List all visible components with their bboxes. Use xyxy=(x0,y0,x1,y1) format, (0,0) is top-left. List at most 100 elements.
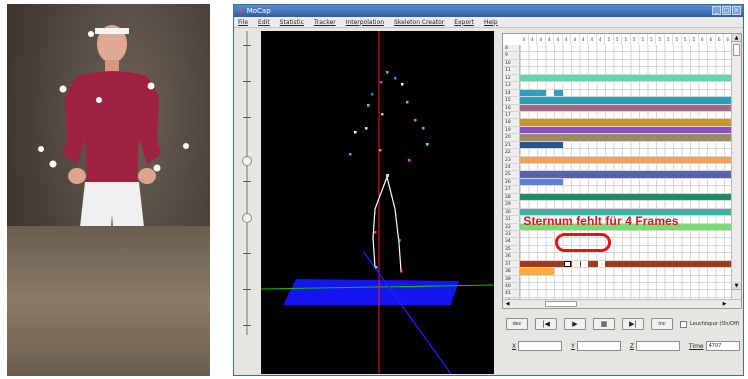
marker-row[interactable]: 12 xyxy=(503,74,733,83)
marker-row[interactable]: 27 xyxy=(503,186,733,194)
marker-row[interactable]: 24 xyxy=(503,164,733,172)
marker-row-cells[interactable] xyxy=(520,104,733,111)
marker-row-cells[interactable] xyxy=(520,134,733,141)
skip-forward-button[interactable]: ▶| xyxy=(622,318,644,330)
marker-row[interactable]: 40 xyxy=(503,283,733,291)
marker-row-cells[interactable] xyxy=(520,164,733,171)
scroll-right-icon[interactable]: ▶ xyxy=(720,300,729,308)
marker-row[interactable]: 25 xyxy=(503,171,733,179)
marker-track-grid[interactable]: 4444444444555555555556666 8 9 10 11 12 13 14 15… xyxy=(502,33,742,309)
marker-row[interactable]: 19 xyxy=(503,126,733,135)
marker-row[interactable]: 22 xyxy=(503,149,733,157)
marker-row-cells[interactable] xyxy=(520,275,733,282)
marker-row-cells[interactable] xyxy=(520,178,733,186)
missing-frame-cell[interactable] xyxy=(580,260,588,268)
marker-row[interactable]: 14 xyxy=(503,89,733,98)
film-button[interactable]: ▦ xyxy=(593,318,615,330)
marker-row-cells[interactable] xyxy=(520,149,733,156)
marker-row-cells[interactable] xyxy=(520,253,733,260)
scroll-up-icon[interactable]: ▲ xyxy=(732,34,741,42)
marker-row[interactable]: 8 xyxy=(503,45,733,53)
marker-row[interactable]: 10 xyxy=(503,59,733,68)
dec-button[interactable]: dec xyxy=(506,318,528,330)
marker-row-cells[interactable] xyxy=(520,97,733,104)
scroll-down-icon[interactable]: ▼ xyxy=(732,282,741,290)
menu-edit[interactable]: Edit xyxy=(258,19,270,26)
marker-row[interactable]: 35 xyxy=(503,245,733,254)
horizontal-scrollbar[interactable]: ◀ ▶ xyxy=(503,299,741,308)
time-field[interactable]: 4707 xyxy=(705,341,740,351)
menu-export[interactable]: Export xyxy=(454,19,474,26)
marker-row-cells[interactable] xyxy=(520,230,733,238)
skip-back-button[interactable]: |◀ xyxy=(535,318,557,330)
marker-row[interactable]: 26 xyxy=(503,178,733,187)
marker-row[interactable]: 29 xyxy=(503,201,733,209)
scroll-left-icon[interactable]: ◀ xyxy=(503,300,512,308)
menu-tracker[interactable]: Tracker xyxy=(314,19,336,26)
marker-row[interactable]: 41 xyxy=(503,290,733,298)
marker-row-cells[interactable] xyxy=(520,74,733,82)
marker-row[interactable]: 13 xyxy=(503,82,733,90)
marker-row-cells[interactable] xyxy=(520,238,733,245)
missing-frame-cell[interactable] xyxy=(572,260,580,268)
marker-row[interactable]: 21 xyxy=(503,141,733,150)
y-field[interactable] xyxy=(576,341,621,351)
vertical-scrollbar[interactable]: ▲ ▼ xyxy=(731,34,741,308)
marker-row-cells[interactable] xyxy=(520,82,733,89)
marker-row-cells[interactable] xyxy=(520,141,733,149)
menu-statistic[interactable]: Statistic xyxy=(280,19,304,26)
marker-row[interactable]: 38 xyxy=(503,268,733,276)
marker-row-cells[interactable] xyxy=(520,52,733,59)
marker-row-cells[interactable] xyxy=(520,89,733,97)
marker-row[interactable]: 18 xyxy=(503,119,733,127)
menu-help[interactable]: Help xyxy=(484,19,498,26)
marker-row[interactable]: 33 xyxy=(503,230,733,239)
marker-row-cells[interactable] xyxy=(520,126,733,134)
marker-row[interactable]: 28 xyxy=(503,193,733,202)
marker-row-cells[interactable] xyxy=(520,156,733,163)
marker-row[interactable]: 17 xyxy=(503,111,733,120)
marker-row[interactable]: 23 xyxy=(503,156,733,164)
marker-row[interactable]: 37 xyxy=(503,260,733,269)
marker-row-cells[interactable] xyxy=(520,283,733,290)
menu-skeleton-creator[interactable]: Skeleton Creator xyxy=(394,19,444,26)
marker-row-cells[interactable] xyxy=(520,290,733,297)
marker-row[interactable]: 11 xyxy=(503,67,733,75)
marker-row[interactable]: 9 xyxy=(503,52,733,60)
zoom-slider-knob[interactable] xyxy=(242,156,252,166)
marker-row-cells[interactable] xyxy=(520,45,733,52)
zoom-slider-knob-2[interactable] xyxy=(242,213,252,223)
marker-row-cells[interactable] xyxy=(520,171,733,178)
marker-row[interactable]: 16 xyxy=(503,104,733,112)
missing-frame-cell[interactable] xyxy=(563,260,571,268)
play-button[interactable]: ▶ xyxy=(564,318,586,330)
vertical-scroll-thumb[interactable] xyxy=(733,44,740,56)
marker-row[interactable]: 36 xyxy=(503,253,733,261)
marker-row[interactable]: 20 xyxy=(503,134,733,142)
leuchtspur-toggle[interactable]: Leuchtspur (On/Off) xyxy=(680,320,740,328)
menu-file[interactable]: File xyxy=(238,19,248,26)
zoom-slider[interactable] xyxy=(237,31,257,335)
marker-row-cells[interactable] xyxy=(520,119,733,126)
maximize-icon[interactable]: □ xyxy=(722,6,731,15)
marker-row-cells[interactable] xyxy=(520,245,733,253)
z-field[interactable] xyxy=(635,341,680,351)
marker-row-cells[interactable] xyxy=(520,268,733,275)
marker-row-cells[interactable] xyxy=(520,186,733,193)
leuchtspur-checkbox[interactable] xyxy=(680,320,687,328)
marker-row-cells[interactable] xyxy=(520,59,733,67)
inc-button[interactable]: inc xyxy=(651,318,673,330)
menu-interpolation[interactable]: Interpolation xyxy=(346,19,384,26)
marker-row-cells[interactable] xyxy=(520,260,733,268)
x-field[interactable] xyxy=(518,341,563,351)
3d-viewport[interactable] xyxy=(261,31,494,374)
marker-row-cells[interactable] xyxy=(520,67,733,74)
marker-row-cells[interactable] xyxy=(520,201,733,208)
horizontal-scroll-thumb[interactable] xyxy=(545,301,577,307)
marker-row[interactable]: 34 xyxy=(503,238,733,246)
missing-frame-cell[interactable] xyxy=(597,260,605,268)
marker-row[interactable]: 15 xyxy=(503,97,733,105)
close-icon[interactable]: × xyxy=(732,6,741,15)
marker-row-cells[interactable] xyxy=(520,111,733,119)
minimize-icon[interactable]: _ xyxy=(712,6,721,15)
